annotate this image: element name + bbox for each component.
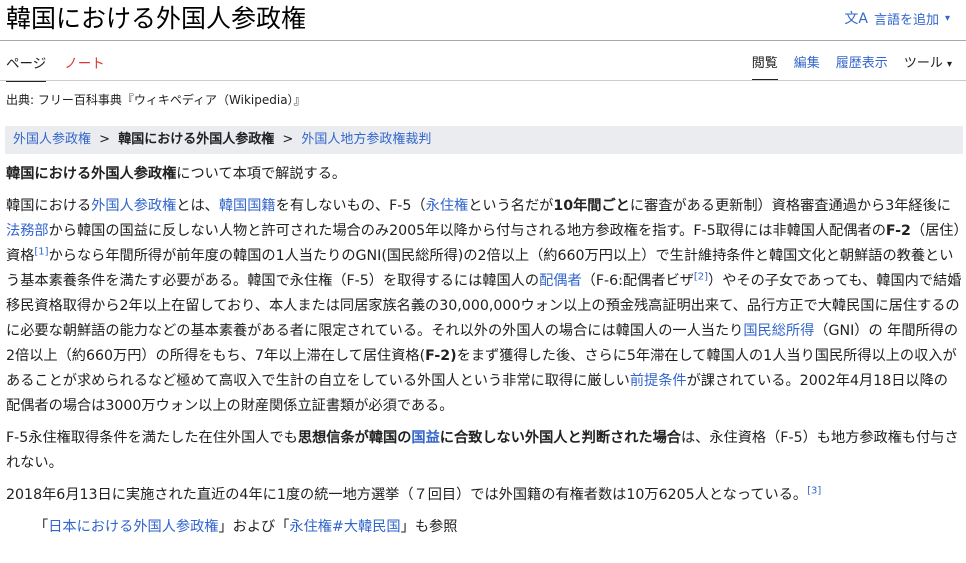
text: 2018年6月13日に実施された直近の4年に1度の統一地方選挙（７回目）では外国… <box>6 487 808 503</box>
reference-3[interactable]: [3] <box>807 485 821 496</box>
source-line: 出典: フリー百科事典『ウィキペディア（Wikipedia）』 <box>6 93 306 107</box>
paragraph-2: F-5永住権取得条件を満たした在住外国人でも思想信条が韓国の国益に合致しない外国… <box>6 426 962 476</box>
link-foreign-suffrage[interactable]: 外国人参政権 <box>91 198 176 214</box>
link-korean-nationality[interactable]: 韓国国籍 <box>219 198 276 214</box>
view-tabs: 閲覧 編集 履歴表示 ツール ▾ <box>751 52 952 81</box>
reference-2[interactable]: [2] <box>694 271 708 282</box>
text: から韓国の国益に反しない人物と許可された場合のみ2005年以降から付与される地方… <box>48 223 886 239</box>
chevron-down-icon: ▾ <box>946 59 952 70</box>
text: 「 <box>34 519 49 535</box>
hatnote: 「日本における外国人参政権」および「永住権#大韓民国」も参照 <box>34 515 962 540</box>
text: という名だが <box>468 198 554 214</box>
link-gni[interactable]: 国民総所得 <box>743 323 814 339</box>
breadcrumb-separator: > <box>99 132 111 147</box>
tools-label: ツール <box>903 56 943 71</box>
link-ministry-of-justice[interactable]: 法務部 <box>6 223 49 239</box>
article-body: 韓国における外国人参政権について本項で解説する。 韓国における外国人参政権とは、… <box>6 162 962 540</box>
tab-read[interactable]: 閲覧 <box>751 52 778 81</box>
bold-text: に合致しない外国人と判断された場合 <box>439 430 681 446</box>
intro-paragraph: 韓国における外国人参政権について本項で解説する。 <box>6 162 962 187</box>
link-japan-foreign-suffrage[interactable]: 日本における外国人参政権 <box>48 519 218 535</box>
text: に審査がある更新制）資格審査通過から3年経後に <box>629 198 951 214</box>
paragraph-3: 2018年6月13日に実施された直近の4年に1度の統一地方選挙（７回目）では外国… <box>6 483 962 508</box>
text: 韓国における <box>6 198 92 214</box>
breadcrumb-child-link[interactable]: 外国人地方参政権裁判 <box>301 132 431 147</box>
link-permanent-residency-korea[interactable]: 永住権#大韓民国 <box>289 519 400 535</box>
tab-history[interactable]: 履歴表示 <box>836 52 888 79</box>
breadcrumb-parent-link[interactable]: 外国人参政権 <box>13 132 91 147</box>
bold-text: F-2) <box>425 348 457 364</box>
breadcrumb-current: 韓国における外国人参政権 <box>118 132 275 147</box>
add-language-button[interactable]: 文A 言語を追加 ▾ <box>844 8 950 28</box>
tab-talk[interactable]: ノート <box>64 52 105 82</box>
intro-bold: 韓国における外国人参政権 <box>6 166 177 182</box>
link-national-interest[interactable]: 国益 <box>411 430 439 446</box>
namespace-tabs: ページ ノート <box>6 52 105 82</box>
paragraph-1: 韓国における外国人参政権とは、韓国国籍を有しないもの、F-5（永住権という名だが… <box>6 194 962 419</box>
translate-icon: 文A <box>844 11 868 27</box>
tools-menu[interactable]: ツール ▾ <box>904 52 952 79</box>
reference-1[interactable]: [1] <box>34 246 48 257</box>
title-divider <box>0 40 966 41</box>
page-title: 韓国における外国人参政権 <box>6 4 307 33</box>
intro-text: について本項で解説する。 <box>176 166 347 182</box>
bold-text: F-2 <box>885 223 911 239</box>
link-permanent-residency[interactable]: 永住権 <box>426 198 469 214</box>
breadcrumb: 外国人参政権 > 韓国における外国人参政権 > 外国人地方参政権裁判 <box>5 126 963 154</box>
text: （F-6:配偶者ビザ <box>581 273 694 289</box>
link-spouse[interactable]: 配偶者 <box>539 273 582 289</box>
tab-page[interactable]: ページ <box>6 52 47 82</box>
tabs-divider <box>0 80 966 81</box>
add-language-label: 言語を追加 <box>873 12 939 28</box>
text: F-5永住権取得条件を満たした在住外国人でも <box>6 430 298 446</box>
text: とは、 <box>176 198 219 214</box>
text: 」および「 <box>218 519 290 535</box>
breadcrumb-separator: > <box>282 132 294 147</box>
text: を有しないもの、F-5（ <box>275 198 426 214</box>
text: 」も参照 <box>400 519 458 535</box>
tab-edit[interactable]: 編集 <box>794 52 820 79</box>
bold-text: 10年間ごと <box>553 198 630 214</box>
link-prerequisite[interactable]: 前提条件 <box>630 373 687 389</box>
chevron-down-icon: ▾ <box>944 12 950 24</box>
bold-text: 思想信条が韓国の <box>297 430 412 446</box>
